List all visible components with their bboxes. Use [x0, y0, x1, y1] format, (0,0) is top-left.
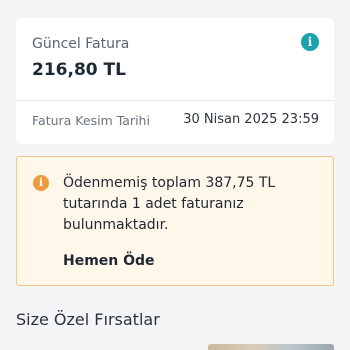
- card-divider: [16, 100, 334, 101]
- due-date-label: Fatura Kesim Tarihi: [32, 113, 150, 128]
- invoice-label: Güncel Fatura: [32, 36, 130, 52]
- invoice-amount: 216,80 TL: [32, 60, 126, 80]
- page: Güncel Fatura 216,80 TL i Fatura Kesim T…: [0, 0, 350, 350]
- pay-now-button[interactable]: Hemen Öde: [63, 253, 155, 269]
- unpaid-invoice-alert: i Ödenmemiş toplam 387,75 TL tutarında 1…: [16, 156, 334, 286]
- warning-info-icon: i: [33, 175, 49, 191]
- offer-card-image[interactable]: [208, 344, 334, 350]
- alert-message: Ödenmemiş toplam 387,75 TL tutarında 1 a…: [63, 175, 276, 233]
- current-invoice-card: Güncel Fatura 216,80 TL i Fatura Kesim T…: [16, 18, 334, 144]
- due-date-value: 30 Nisan 2025 23:59: [183, 112, 319, 127]
- info-icon[interactable]: i: [301, 33, 319, 51]
- offers-section-title: Size Özel Fırsatlar: [16, 310, 160, 329]
